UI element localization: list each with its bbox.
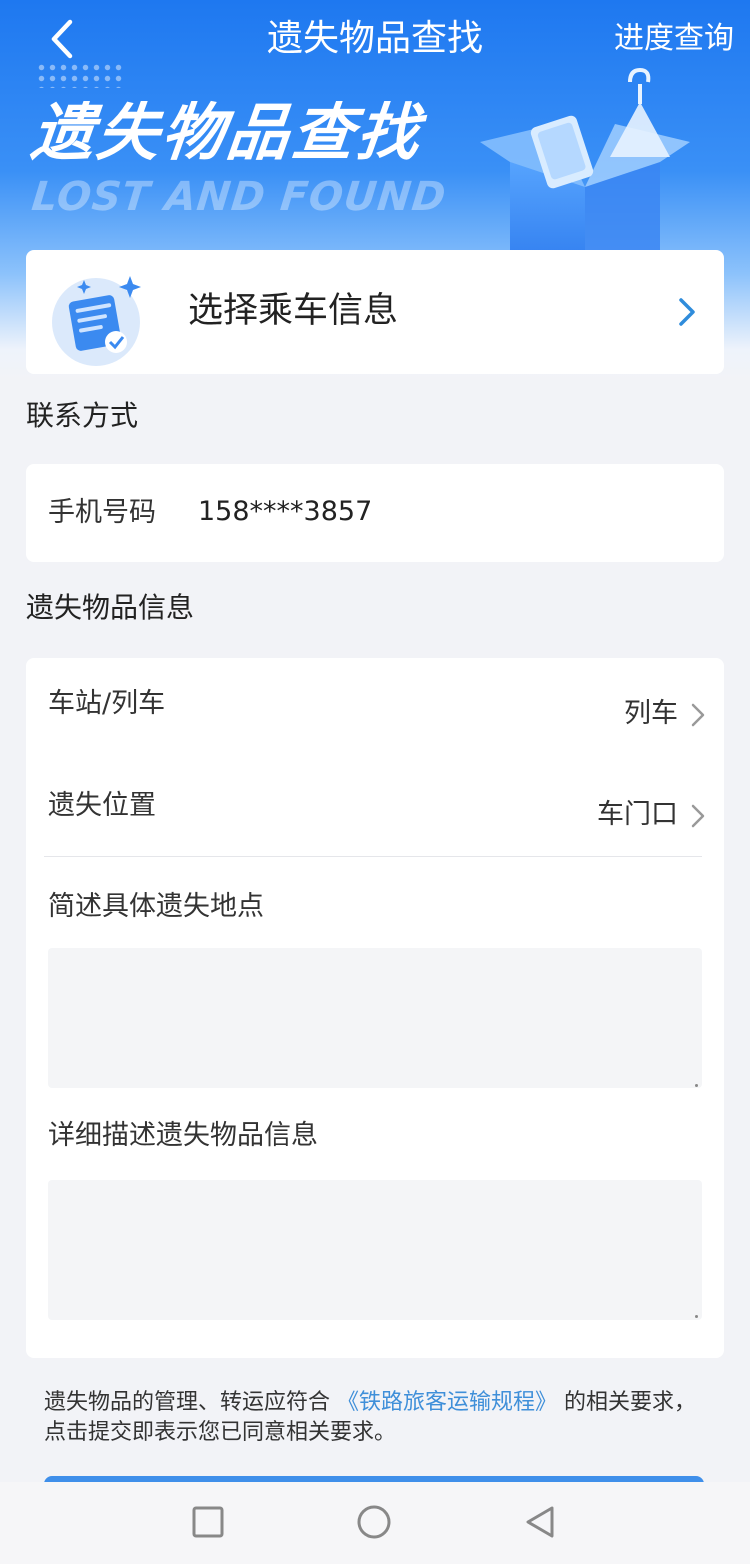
contact-section-title: 联系方式 <box>26 399 139 432</box>
station-train-label: 车站/列车 <box>48 688 166 719</box>
chevron-right-icon <box>691 703 705 727</box>
system-navigation-bar <box>0 1482 750 1564</box>
chevron-right-icon <box>691 804 705 828</box>
phone-value[interactable]: 158****3857 <box>198 492 372 532</box>
phone-label: 手机号码 <box>48 497 156 528</box>
resize-handle-icon <box>695 1084 698 1087</box>
item-info-card: 车站/列车 列车 遗失位置 车门口 简述具体遗失地点 详细描述遗失物品信息 <box>26 658 724 1358</box>
contact-card: 手机号码 158****3857 <box>26 464 724 562</box>
circle-icon[interactable] <box>356 1504 392 1540</box>
lost-box-illustration-icon <box>480 67 690 252</box>
select-trip-label: 选择乘车信息 <box>188 291 399 331</box>
chevron-right-icon <box>679 298 695 326</box>
progress-query-link[interactable]: 进度查询 <box>614 16 734 62</box>
divider <box>44 856 702 857</box>
lost-place-label: 简述具体遗失地点 <box>48 891 264 922</box>
agreement-notice: 遗失物品的管理、转运应符合 《铁路旅客运输规程》 的相关要求，点击提交即表示您已… <box>44 1388 714 1448</box>
item-info-section-title: 遗失物品信息 <box>26 591 195 624</box>
notice-text-before: 遗失物品的管理、转运应符合 <box>44 1390 331 1415</box>
item-detail-textarea[interactable] <box>48 1180 702 1320</box>
resize-handle-icon <box>695 1315 698 1318</box>
select-trip-card[interactable]: 选择乘车信息 <box>26 250 724 374</box>
lost-location-label: 遗失位置 <box>48 790 156 821</box>
lost-location-row[interactable]: 遗失位置 车门口 <box>26 758 724 856</box>
square-icon[interactable] <box>190 1504 226 1540</box>
railway-regulation-link[interactable]: 《铁路旅客运输规程》 <box>337 1390 557 1415</box>
item-detail-label: 详细描述遗失物品信息 <box>48 1120 318 1151</box>
hero-title: 遗失物品查找 <box>28 96 426 169</box>
lost-location-value: 车门口 <box>597 799 678 830</box>
hero-subtitle: LOST AND FOUND <box>29 174 449 220</box>
station-train-row[interactable]: 车站/列车 列车 <box>26 658 724 758</box>
document-check-icon <box>52 276 141 366</box>
station-train-value: 列车 <box>624 698 678 729</box>
lost-place-textarea[interactable] <box>48 948 702 1088</box>
triangle-back-icon[interactable] <box>522 1504 558 1540</box>
navigation-bar: 遗失物品查找 进度查询 <box>0 0 750 80</box>
